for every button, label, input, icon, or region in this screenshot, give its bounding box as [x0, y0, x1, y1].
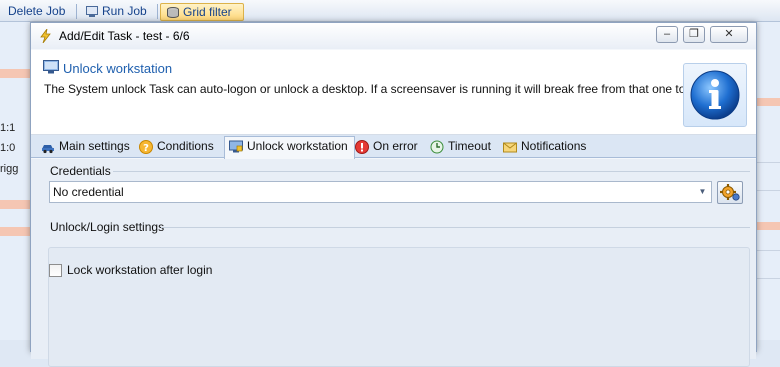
chevron-down-icon[interactable]: ▼	[694, 182, 711, 202]
tab-label: Conditions	[157, 139, 214, 153]
group-divider	[113, 171, 750, 172]
credentials-label: Credentials	[50, 164, 111, 178]
background-grid-left: 1:1 1:0 rigg	[0, 22, 32, 340]
question-icon: ?	[139, 140, 153, 154]
delete-job-label: Delete Job	[8, 4, 66, 18]
clock-icon	[430, 140, 444, 154]
add-edit-task-dialog: Add/Edit Task - test - 6/6 – ❐ ✕ Unlock …	[30, 22, 757, 367]
dialog-title: Add/Edit Task - test - 6/6	[59, 29, 190, 43]
tab-on-error[interactable]: On error	[351, 137, 424, 158]
grid-filter-button[interactable]: Grid filter	[160, 3, 244, 21]
tab-content-unlock-workstation: Credentials No credential ▼ Unlock/Login…	[31, 159, 756, 367]
tab-unlock-workstation[interactable]: Unlock workstation	[224, 136, 355, 159]
toolbar-separator	[76, 4, 77, 19]
header-description: The System unlock Task can auto-logon or…	[44, 82, 696, 96]
tab-label: Timeout	[448, 139, 491, 153]
tab-label: Notifications	[521, 139, 587, 153]
grid-cell: rigg	[0, 163, 19, 175]
delete-job-button[interactable]: Delete Job	[2, 3, 71, 21]
tab-notifications[interactable]: Notifications	[499, 137, 592, 158]
monitor-icon	[229, 140, 243, 154]
header-title: Unlock workstation	[63, 61, 173, 76]
info-icon-box	[683, 63, 747, 127]
grid-line	[756, 190, 780, 191]
credentials-select[interactable]: No credential ▼	[49, 181, 712, 203]
error-icon	[355, 140, 369, 154]
car-icon	[41, 140, 55, 154]
lightning-icon	[39, 28, 52, 44]
grid-line	[756, 278, 780, 279]
credentials-selected-value: No credential	[53, 185, 124, 199]
gear-icon	[720, 184, 740, 201]
tab-label: Main settings	[59, 139, 130, 153]
grid-line	[756, 250, 780, 251]
minimize-button[interactable]: –	[656, 26, 678, 43]
minimize-icon: –	[663, 28, 671, 40]
grid-highlight-row	[756, 98, 780, 106]
grid-filter-label: Grid filter	[183, 5, 232, 19]
lock-after-login-label[interactable]: Lock workstation after login	[67, 263, 212, 277]
filter-icon	[167, 6, 179, 18]
run-job-label: Run Job	[102, 4, 147, 18]
monitor-icon	[43, 60, 59, 74]
task-tabs: Main settings ? Conditions Unlock workst…	[31, 135, 756, 159]
edit-credentials-button[interactable]	[717, 181, 743, 204]
close-button[interactable]: ✕	[710, 26, 748, 43]
svg-text:?: ?	[143, 143, 149, 154]
group-divider	[161, 227, 750, 228]
close-icon: ✕	[724, 28, 734, 40]
restore-button[interactable]: ❐	[683, 26, 705, 43]
dialog-titlebar[interactable]: Add/Edit Task - test - 6/6 – ❐ ✕	[31, 23, 756, 49]
tab-label: Unlock workstation	[247, 139, 348, 153]
grid-line	[756, 162, 780, 163]
run-job-button[interactable]: Run Job	[80, 3, 153, 21]
grid-cell: 1:1	[0, 122, 16, 134]
tab-timeout[interactable]: Timeout	[426, 137, 497, 158]
grid-highlight-row	[0, 69, 31, 78]
restore-icon: ❐	[689, 28, 699, 40]
grid-highlight-row	[756, 222, 780, 230]
envelope-icon	[503, 140, 517, 154]
background-toolbar: Delete Job Run Job Grid filter	[0, 0, 780, 22]
task-header: Unlock workstation The System unlock Tas…	[31, 50, 756, 135]
grid-highlight-row	[0, 227, 31, 236]
lock-after-login-checkbox[interactable]	[49, 264, 62, 277]
background-grid-right	[756, 22, 780, 340]
grid-cell: 1:0	[0, 142, 16, 154]
toolbar-separator	[157, 4, 158, 19]
run-job-icon	[86, 5, 98, 17]
tab-main-settings[interactable]: Main settings	[37, 137, 136, 158]
tab-label: On error	[373, 139, 418, 153]
info-icon	[690, 70, 740, 120]
unlock-settings-label: Unlock/Login settings	[50, 220, 165, 234]
tab-conditions[interactable]: ? Conditions	[135, 137, 220, 158]
grid-highlight-row	[0, 200, 31, 209]
